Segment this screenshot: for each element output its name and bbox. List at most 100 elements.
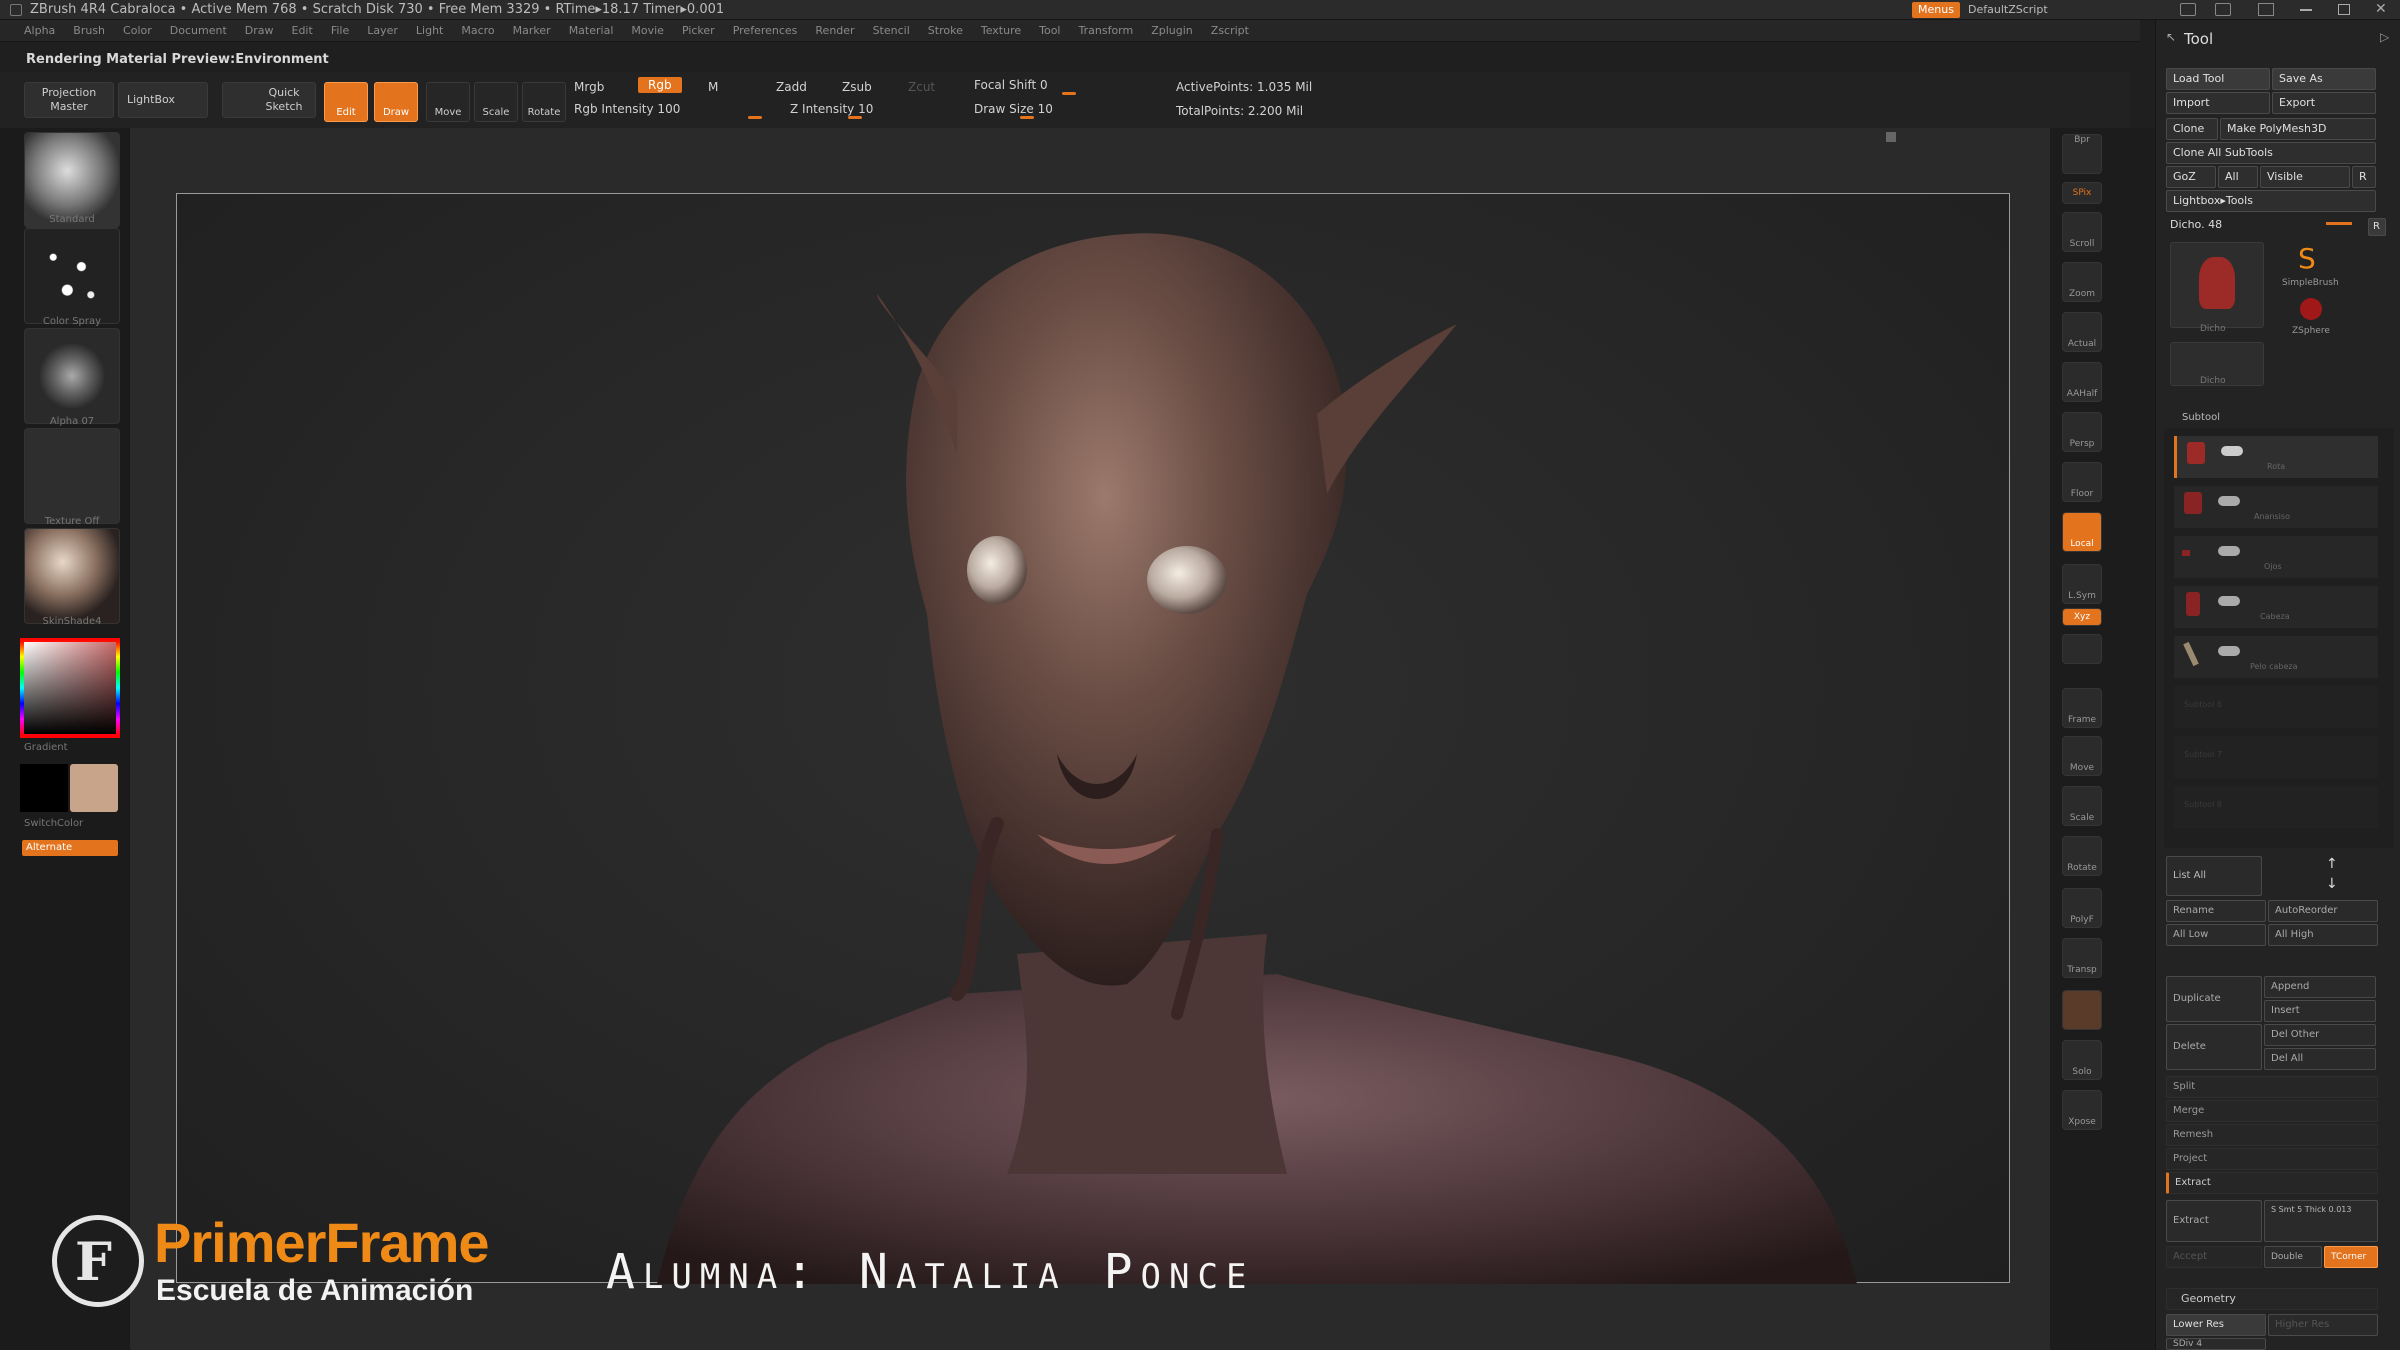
menu-picker[interactable]: Picker: [682, 24, 715, 37]
current-tool-handle[interactable]: [2326, 222, 2352, 225]
rotate-view-button[interactable]: Rotate: [2062, 836, 2102, 876]
scale-view-button[interactable]: Scale: [2062, 786, 2102, 826]
rgb-intensity-handle[interactable]: [748, 116, 762, 119]
project-section[interactable]: Project: [2166, 1148, 2378, 1170]
alpha-thumbnail[interactable]: [24, 328, 120, 424]
menu-transform[interactable]: Transform: [1079, 24, 1134, 37]
xpose-button[interactable]: Xpose: [2062, 1090, 2102, 1130]
subtool-row[interactable]: Cabeza: [2174, 586, 2378, 628]
canvas-resize-handle[interactable]: [1886, 132, 1896, 142]
local-button[interactable]: Local: [2062, 512, 2102, 552]
remesh-section[interactable]: Remesh: [2166, 1124, 2378, 1146]
bpr-button[interactable]: Bpr: [2062, 134, 2102, 174]
list-all-button[interactable]: List All: [2166, 856, 2262, 896]
goz-r-button[interactable]: R: [2352, 166, 2376, 188]
merge-section[interactable]: Merge: [2166, 1100, 2378, 1122]
subtool-visibility-icon[interactable]: [2218, 596, 2240, 606]
stroke-thumbnail[interactable]: [24, 228, 120, 324]
maximize-icon[interactable]: [2338, 4, 2350, 15]
geometry-section[interactable]: Geometry: [2166, 1288, 2378, 1310]
switch-color-button[interactable]: SwitchColor: [24, 818, 120, 829]
menu-material[interactable]: Material: [569, 24, 614, 37]
primary-color-swatch[interactable]: [70, 764, 118, 812]
extract-button[interactable]: Extract: [2166, 1200, 2262, 1242]
menu-draw[interactable]: Draw: [245, 24, 274, 37]
clone-all-subtools-button[interactable]: Clone All SubTools: [2166, 142, 2376, 164]
export-button[interactable]: Export: [2272, 92, 2376, 114]
close-icon[interactable]: ✕: [2375, 1, 2387, 17]
floor-button[interactable]: Floor: [2062, 462, 2102, 502]
focal-shift-handle[interactable]: [1062, 92, 1076, 95]
xyz-button[interactable]: Xyz: [2062, 608, 2102, 626]
alternate-button[interactable]: Alternate: [22, 840, 118, 856]
move-up-arrow-icon[interactable]: ↑: [2326, 856, 2338, 872]
default-zscript-button[interactable]: DefaultZScript: [1962, 2, 2054, 18]
menu-light[interactable]: Light: [416, 24, 443, 37]
rotate-button[interactable]: Rotate: [522, 82, 566, 122]
mrgb-button[interactable]: Mrgb: [574, 80, 604, 94]
menu-file[interactable]: File: [331, 24, 349, 37]
document-canvas[interactable]: [176, 193, 2010, 1284]
rgb-intensity-slider[interactable]: Rgb Intensity 100: [574, 102, 680, 116]
transp-button[interactable]: Transp: [2062, 938, 2102, 978]
scale-button[interactable]: Scale: [474, 82, 518, 122]
texture-thumbnail[interactable]: [24, 428, 120, 524]
higher-res-button[interactable]: Higher Res: [2268, 1314, 2378, 1336]
menu-movie[interactable]: Movie: [631, 24, 664, 37]
insert-button[interactable]: Insert: [2264, 1000, 2376, 1022]
axis-toggle-button[interactable]: [2062, 634, 2102, 664]
palette-icon[interactable]: [2215, 3, 2231, 16]
menu-texture[interactable]: Texture: [981, 24, 1021, 37]
menu-layer[interactable]: Layer: [367, 24, 398, 37]
panel-arrow-icon[interactable]: ↖: [2166, 30, 2176, 44]
quick-sketch-button[interactable]: Quick Sketch: [222, 82, 316, 118]
menu-stencil[interactable]: Stencil: [873, 24, 910, 37]
lightbox-button[interactable]: LightBox: [118, 82, 208, 118]
tcorner-button[interactable]: TCorner: [2324, 1246, 2378, 1268]
subtool-row[interactable]: Rota: [2174, 436, 2378, 478]
menu-alpha[interactable]: Alpha: [24, 24, 55, 37]
menu-preferences[interactable]: Preferences: [733, 24, 798, 37]
goz-button[interactable]: GoZ: [2166, 166, 2216, 188]
draw-size-handle[interactable]: [1020, 116, 1034, 119]
edit-button[interactable]: Edit: [324, 82, 368, 122]
lower-res-button[interactable]: Lower Res: [2166, 1314, 2266, 1336]
spix-button[interactable]: SPix: [2062, 182, 2102, 204]
del-other-button[interactable]: Del Other: [2264, 1024, 2376, 1046]
menu-document[interactable]: Document: [170, 24, 227, 37]
menu-marker[interactable]: Marker: [513, 24, 551, 37]
import-button[interactable]: Import: [2166, 92, 2270, 114]
split-section[interactable]: Split: [2166, 1076, 2378, 1098]
focal-shift-slider[interactable]: Focal Shift 0: [974, 78, 1048, 92]
extract-smooth-thick-slider[interactable]: S Smt 5 Thick 0.013: [2264, 1200, 2378, 1242]
aahalf-button[interactable]: AAHalf: [2062, 362, 2102, 402]
move-button[interactable]: Move: [426, 82, 470, 122]
subtool-row[interactable]: Ojos: [2174, 536, 2378, 578]
menu-stroke[interactable]: Stroke: [928, 24, 963, 37]
subtool-visibility-icon[interactable]: [2218, 496, 2240, 506]
zsub-button[interactable]: Zsub: [842, 80, 872, 94]
menu-tool[interactable]: Tool: [1039, 24, 1060, 37]
actual-button[interactable]: Actual: [2062, 312, 2102, 352]
zadd-button[interactable]: Zadd: [776, 80, 807, 94]
z-intensity-slider[interactable]: Z Intensity 10: [790, 102, 873, 116]
minimize-icon[interactable]: [2300, 9, 2312, 11]
rename-button[interactable]: Rename: [2166, 900, 2266, 922]
clone-button[interactable]: Clone: [2166, 118, 2218, 140]
color-picker[interactable]: [20, 638, 120, 738]
ghost-button[interactable]: [2062, 990, 2102, 1030]
material-thumbnail[interactable]: [24, 528, 120, 624]
zsphere-icon[interactable]: [2300, 298, 2322, 320]
menu-render[interactable]: Render: [815, 24, 854, 37]
zcut-button[interactable]: Zcut: [908, 80, 935, 94]
delete-button[interactable]: Delete: [2166, 1024, 2262, 1070]
menu-edit[interactable]: Edit: [292, 24, 313, 37]
save-as-button[interactable]: Save As: [2272, 68, 2376, 90]
scroll-button[interactable]: Scroll: [2062, 212, 2102, 252]
zoom-button[interactable]: Zoom: [2062, 262, 2102, 302]
menu-zplugin[interactable]: Zplugin: [1151, 24, 1193, 37]
sdiv-slider[interactable]: SDiv 4: [2166, 1338, 2266, 1350]
draw-button[interactable]: Draw: [374, 82, 418, 122]
menu-brush[interactable]: Brush: [73, 24, 105, 37]
m-button[interactable]: M: [708, 80, 718, 94]
